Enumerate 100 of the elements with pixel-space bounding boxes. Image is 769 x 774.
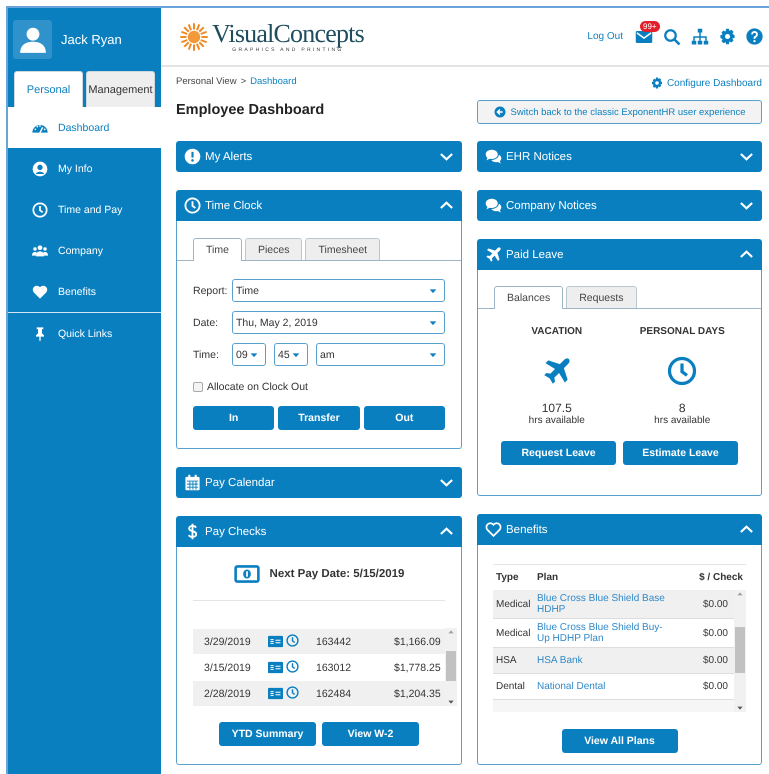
table-cell-text: 3/15/2019 (204, 662, 252, 674)
plan-link[interactable]: Blue Cross Blue Shield Buy-Up HDHP Plan (537, 622, 676, 644)
table-cell-text: 3/29/2019 (204, 636, 252, 648)
checkbox[interactable] (193, 382, 203, 392)
sidebar-item[interactable]: Time and Pay (8, 189, 161, 230)
panel-title: Company Notices (506, 200, 598, 212)
plane-icon (542, 356, 572, 386)
dropdown[interactable]: am (316, 343, 445, 366)
sitemap-icon[interactable] (691, 28, 709, 46)
panel-title: Benefits (506, 524, 549, 536)
panel-title: Paid Leave (506, 248, 565, 260)
scroll-up-icon[interactable] (446, 628, 455, 636)
table-cell-text: $0.00 (702, 598, 729, 610)
table-cell-text: HSA (496, 655, 518, 666)
plan-link[interactable]: Blue Cross Blue Shield Base HDHP (537, 593, 676, 615)
plan-link[interactable]: HSA Bank (537, 655, 676, 666)
table-cell-text: $1,166.09 (394, 636, 442, 648)
tab[interactable]: Timesheet (305, 238, 380, 260)
scrollbar[interactable] (444, 628, 457, 706)
scroll-down-icon[interactable] (736, 704, 744, 712)
person-icon (32, 160, 48, 176)
panel-header[interactable]: My Alerts (176, 141, 462, 172)
table-cell-text: $0.00 (702, 628, 729, 638)
breadcrumb-link[interactable]: Dashboard (250, 76, 297, 86)
settings-icon[interactable] (719, 28, 736, 45)
user-name: Jack Ryan (61, 32, 122, 47)
panel-header[interactable]: Benefits (477, 514, 762, 545)
balance-amount: 8 (678, 401, 686, 415)
action-button[interactable]: Request Leave (501, 441, 616, 465)
pay-stub-icon[interactable] (268, 686, 283, 701)
table-cell-text: 163442 (316, 636, 352, 648)
dropdown[interactable]: Thu, May 2, 2019 (232, 311, 445, 334)
balance-unit: hrs available (528, 415, 585, 426)
page-title: Employee Dashboard (176, 102, 326, 118)
breadcrumb-link[interactable]: Personal View (176, 76, 237, 86)
clock-icon[interactable] (286, 634, 299, 647)
dropdown[interactable]: 45 (274, 343, 308, 366)
plane-icon (485, 246, 502, 263)
scroll-up-icon[interactable] (736, 590, 744, 598)
tab[interactable]: Pieces (244, 238, 302, 260)
sidebar-item[interactable]: Dashboard (8, 107, 161, 148)
help-icon[interactable] (746, 28, 763, 45)
checkbox-label: Allocate on Clock Out (207, 381, 308, 393)
action-button[interactable]: In (193, 406, 274, 430)
balance-title: PERSONAL DAYS (640, 326, 725, 339)
action-button[interactable]: Out (364, 406, 445, 430)
next-pay-date: Next Pay Date: 5/15/2019 (270, 568, 404, 580)
tab[interactable]: Time (193, 238, 242, 261)
action-button[interactable]: YTD Summary (219, 722, 316, 746)
sidebar-item[interactable]: My Info (8, 148, 161, 189)
configure-link[interactable]: Configure Dashboard (477, 73, 762, 89)
panel-header[interactable]: Company Notices (477, 190, 762, 221)
sidebar-item[interactable]: Quick Links (8, 313, 161, 354)
tab[interactable]: Requests (566, 286, 637, 308)
plan-link[interactable]: National Dental (537, 681, 676, 692)
table-cell-text: $0.00 (702, 681, 729, 692)
scrollbar[interactable] (734, 590, 746, 712)
table-cell-text: 163012 (316, 662, 352, 674)
sidebar-tab[interactable]: Personal (14, 71, 83, 107)
count-badge: 99+ (640, 20, 660, 32)
breadcrumb-separator: > (240, 76, 246, 86)
clock-icon[interactable] (286, 660, 299, 673)
panel-header[interactable]: EHR Notices (477, 141, 762, 172)
tab[interactable]: Balances (494, 286, 564, 309)
sidebar-item[interactable]: Benefits (8, 271, 161, 312)
sidebar-tab[interactable]: Management (86, 71, 155, 107)
panel-header[interactable]: Time Clock (176, 190, 462, 221)
field-label: Time: (193, 348, 220, 360)
sidebar-item[interactable]: Company (8, 230, 161, 271)
column-header: Type (496, 572, 520, 583)
chat-icon (485, 148, 502, 165)
alert-icon (184, 148, 201, 165)
panel-title: Pay Calendar (205, 476, 276, 488)
scroll-down-icon[interactable] (446, 698, 455, 706)
panel-title: Pay Checks (205, 526, 268, 538)
pay-stub-icon[interactable] (268, 660, 283, 675)
calendar-icon (184, 474, 201, 491)
balance-title: VACATION (531, 326, 582, 339)
action-button[interactable]: Transfer (278, 406, 360, 430)
switch-button[interactable]: Switch back to the classic ExponentHR user experience (477, 100, 762, 124)
panel-header[interactable]: Paid Leave (477, 239, 762, 270)
dropdown[interactable]: Time (232, 279, 445, 302)
clock-icon (32, 202, 48, 218)
balance-amount: 107.5 (542, 401, 572, 415)
chat-icon (485, 197, 502, 214)
clock-icon[interactable] (286, 686, 299, 699)
panel-header[interactable]: Pay Calendar (176, 467, 462, 498)
table-cell-text: Medical (496, 598, 532, 610)
action-button[interactable]: Estimate Leave (623, 441, 738, 465)
table-cell-text: $1,778.25 (394, 662, 442, 674)
dropdown[interactable]: 09 (232, 343, 266, 366)
logout-link[interactable]: Log Out (587, 31, 623, 42)
table-cell-text: Dental (496, 681, 526, 692)
pay-stub-icon[interactable] (268, 634, 283, 649)
panel-title: Time Clock (205, 200, 264, 212)
action-button[interactable]: View W-2 (322, 722, 419, 746)
view-all-plans-button[interactable]: View All Plans (562, 729, 678, 753)
search-icon[interactable] (663, 28, 681, 46)
field-label: Date: (193, 316, 220, 328)
panel-header[interactable]: Pay Checks (176, 516, 462, 547)
